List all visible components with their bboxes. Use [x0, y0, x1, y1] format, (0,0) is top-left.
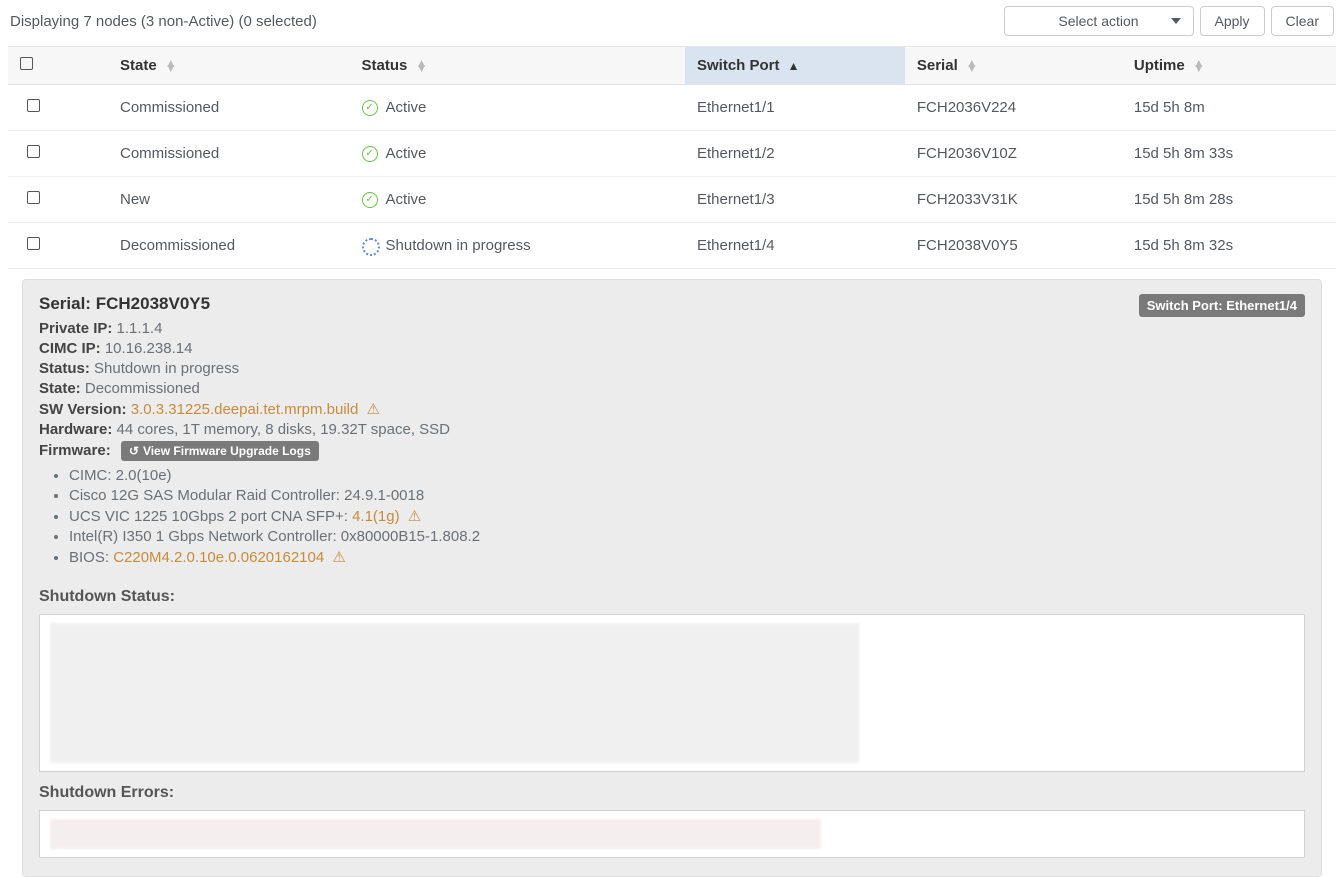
sort-asc-icon: ▲ — [788, 64, 800, 69]
select-action-dropdown[interactable]: Select action — [1004, 6, 1194, 36]
row-spacer — [58, 131, 108, 177]
check-circle-icon: ✓ — [362, 146, 378, 162]
row-spacer — [58, 177, 108, 223]
sort-icon: ▲▼ — [966, 61, 978, 71]
cell-uptime: 15d 5h 8m 28s — [1122, 177, 1336, 223]
col-status[interactable]: Status ▲▼ — [350, 47, 685, 85]
row-checkbox[interactable] — [8, 131, 58, 177]
check-circle-icon: ✓ — [362, 192, 378, 208]
apply-button[interactable]: Apply — [1200, 6, 1265, 36]
detail-status: Status: Shutdown in progress — [39, 360, 480, 377]
cell-status: ✓Active — [350, 131, 685, 177]
clear-button[interactable]: Clear — [1271, 6, 1334, 36]
spinner-icon — [362, 238, 378, 254]
fw-cimc: CIMC: 2.0(10e) — [69, 467, 480, 484]
history-icon: ↺ — [129, 444, 139, 458]
cell-status: ✓Active — [350, 177, 685, 223]
sort-icon: ▲▼ — [165, 61, 177, 71]
redacted-content — [50, 819, 821, 849]
cell-switch-port: Ethernet1/4 — [685, 223, 905, 269]
header-checkbox[interactable] — [8, 47, 58, 85]
row-spacer — [58, 85, 108, 131]
detail-firmware: Firmware: ↺ View Firmware Upgrade Logs — [39, 441, 480, 461]
row-checkbox[interactable] — [8, 85, 58, 131]
nodes-table: State ▲▼ Status ▲▼ Switch Port ▲ Serial … — [8, 46, 1336, 269]
row-checkbox[interactable] — [8, 177, 58, 223]
node-detail-panel: Serial: FCH2038V0Y5 Private IP: 1.1.1.4 … — [22, 279, 1322, 877]
caret-down-icon — [1171, 18, 1181, 24]
warning-icon: ⚠ — [367, 400, 380, 418]
check-circle-icon: ✓ — [362, 100, 378, 116]
cell-status: ✓Active — [350, 85, 685, 131]
display-summary: Displaying 7 nodes (3 non-Active) (0 sel… — [10, 13, 317, 30]
select-action-label: Select action — [1058, 13, 1138, 29]
cell-uptime: 15d 5h 8m — [1122, 85, 1336, 131]
warning-icon: ⚠ — [332, 548, 345, 566]
cell-uptime: 15d 5h 8m 32s — [1122, 223, 1336, 269]
warning-icon: ⚠ — [408, 507, 421, 525]
col-state[interactable]: State ▲▼ — [108, 47, 350, 85]
table-row[interactable]: New✓ActiveEthernet1/3FCH2033V31K15d 5h 8… — [8, 177, 1336, 223]
detail-hardware: Hardware: 44 cores, 1T memory, 8 disks, … — [39, 421, 480, 438]
header-spacer — [58, 47, 108, 85]
cell-serial: FCH2036V224 — [905, 85, 1122, 131]
sort-icon: ▲▼ — [416, 61, 428, 71]
detail-state: State: Decommissioned — [39, 380, 480, 397]
col-uptime[interactable]: Uptime ▲▼ — [1122, 47, 1336, 85]
col-switch-port[interactable]: Switch Port ▲ — [685, 47, 905, 85]
fw-vic: UCS VIC 1225 10Gbps 2 port CNA SFP+: 4.1… — [69, 507, 480, 525]
fw-raid: Cisco 12G SAS Modular Raid Controller: 2… — [69, 487, 480, 504]
fw-bios: BIOS: C220M4.2.0.10e.0.0620162104 ⚠ — [69, 548, 480, 566]
cell-serial: FCH2033V31K — [905, 177, 1122, 223]
view-firmware-logs-button[interactable]: ↺ View Firmware Upgrade Logs — [121, 441, 319, 461]
table-row[interactable]: Commissioned✓ActiveEthernet1/1FCH2036V22… — [8, 85, 1336, 131]
table-row[interactable]: Commissioned✓ActiveEthernet1/2FCH2036V10… — [8, 131, 1336, 177]
shutdown-errors-heading: Shutdown Errors: — [39, 784, 1305, 802]
col-serial[interactable]: Serial ▲▼ — [905, 47, 1122, 85]
cell-status: Shutdown in progress — [350, 223, 685, 269]
detail-cimc-ip: CIMC IP: 10.16.238.14 — [39, 340, 480, 357]
row-spacer — [58, 223, 108, 269]
detail-sw-version: SW Version: 3.0.3.31225.deepai.tet.mrpm.… — [39, 400, 480, 418]
table-row[interactable]: DecommissionedShutdown in progressEthern… — [8, 223, 1336, 269]
cell-state: Commissioned — [108, 131, 350, 177]
fw-intel: Intel(R) I350 1 Gbps Network Controller:… — [69, 528, 480, 545]
detail-private-ip: Private IP: 1.1.1.4 — [39, 320, 480, 337]
cell-switch-port: Ethernet1/1 — [685, 85, 905, 131]
cell-serial: FCH2036V10Z — [905, 131, 1122, 177]
shutdown-status-box[interactable] — [39, 614, 1305, 772]
firmware-list: CIMC: 2.0(10e) Cisco 12G SAS Modular Rai… — [69, 467, 480, 566]
sort-icon: ▲▼ — [1193, 61, 1205, 71]
row-checkbox[interactable] — [8, 223, 58, 269]
detail-serial: Serial: FCH2038V0Y5 — [39, 294, 480, 314]
cell-state: Decommissioned — [108, 223, 350, 269]
redacted-content — [50, 623, 859, 763]
cell-state: New — [108, 177, 350, 223]
cell-uptime: 15d 5h 8m 33s — [1122, 131, 1336, 177]
cell-serial: FCH2038V0Y5 — [905, 223, 1122, 269]
cell-state: Commissioned — [108, 85, 350, 131]
shutdown-errors-box[interactable] — [39, 810, 1305, 858]
switch-port-badge: Switch Port: Ethernet1/4 — [1139, 294, 1305, 317]
cell-switch-port: Ethernet1/3 — [685, 177, 905, 223]
shutdown-status-heading: Shutdown Status: — [39, 588, 1305, 606]
cell-switch-port: Ethernet1/2 — [685, 131, 905, 177]
